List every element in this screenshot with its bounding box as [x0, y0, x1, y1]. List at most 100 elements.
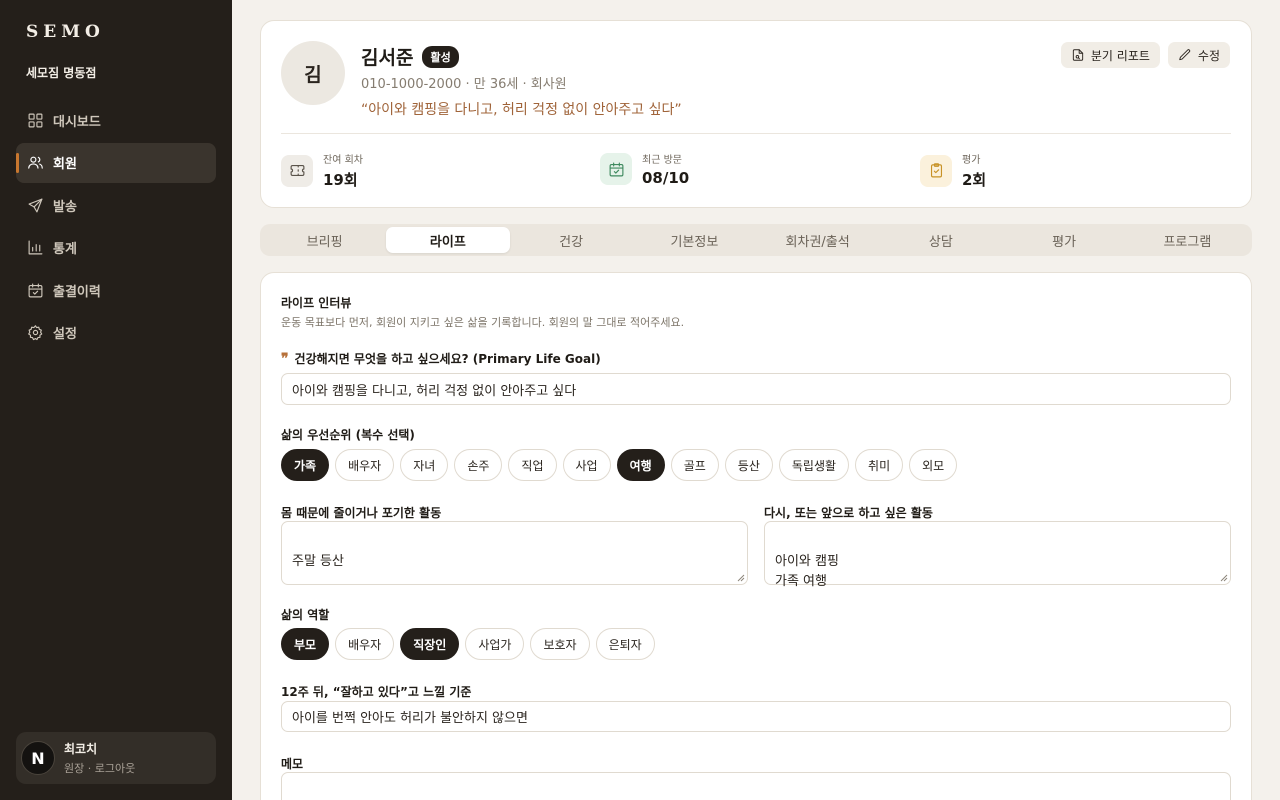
users-icon [26, 154, 44, 172]
member-tabs: 브리핑 라이프 건강 기본정보 회차권/출석 상담 평가 프로그램 [260, 224, 1252, 256]
user-name: 최코치 [64, 742, 98, 756]
sidebar-item-attendance[interactable]: 출결이력 [16, 270, 216, 310]
stat-label: 평가 [962, 155, 981, 166]
avatar: N [21, 741, 55, 775]
sidebar: SEMO 세모짐 명동점 대시보드 회원 발송 통계 출결이력 설정 N 최코치… [0, 0, 232, 800]
ticket-icon [281, 154, 313, 187]
user-card[interactable]: N 최코치 원장 · 로그아웃 [16, 732, 216, 784]
role-chip-spouse[interactable]: 배우자 [335, 628, 395, 660]
sidebar-item-label: 통계 [53, 242, 77, 257]
role-chip-entrepreneur[interactable]: 사업가 [465, 628, 525, 660]
priority-chip-golf[interactable]: 골프 [670, 449, 719, 481]
priority-chip-spouse[interactable]: 배우자 [335, 449, 395, 481]
priority-chip-business[interactable]: 사업 [562, 449, 611, 481]
priority-label: 삶의 우선순위 (복수 선택) [281, 428, 415, 442]
quarterly-report-button[interactable]: 분기 리포트 [1060, 42, 1160, 68]
brand-logo[interactable]: SEMO [26, 22, 105, 42]
sidebar-item-send[interactable]: 발송 [16, 185, 216, 225]
role-chips: 부모 배우자 직장인 사업가 보호자 은퇴자 [281, 628, 655, 660]
role-chip-parent[interactable]: 부모 [281, 628, 330, 660]
memo-label: 메모 [281, 757, 304, 771]
sidebar-item-label: 출결이력 [53, 284, 101, 300]
sidebar-item-dashboard[interactable]: 대시보드 [16, 100, 216, 140]
priority-chip-children[interactable]: 자녀 [400, 449, 449, 481]
tab-life[interactable]: 라이프 [386, 227, 510, 253]
stat-value: 08/10 [642, 169, 690, 187]
priority-chip-hiking[interactable]: 등산 [724, 449, 773, 481]
success-criteria-label: 12주 뒤, “잘하고 있다”고 느낄 기준 [281, 685, 472, 699]
divider [281, 133, 1231, 134]
file-report-icon [1072, 49, 1084, 61]
tab-tickets-attendance[interactable]: 회차권/출석 [756, 227, 879, 253]
sidebar-nav: 대시보드 회원 발송 통계 출결이력 설정 [16, 100, 216, 355]
given-up-label: 몸 때문에 줄이거나 포기한 활동 [281, 506, 442, 520]
send-icon [26, 196, 44, 214]
priority-chip-family[interactable]: 가족 [281, 449, 330, 481]
tab-evaluation[interactable]: 평가 [1003, 227, 1126, 253]
tab-health[interactable]: 건강 [510, 227, 633, 253]
resize-handle-icon[interactable] [737, 574, 745, 582]
stat-last-visit: 최근 방문 08/10 [600, 151, 689, 187]
user-role-logout[interactable]: 원장 · 로그아웃 [64, 760, 135, 776]
pencil-icon [1179, 49, 1191, 61]
section-title: 라이프 인터뷰 [281, 296, 352, 310]
future-activities-textarea[interactable]: 아이와 캠핑 가족 여행 [764, 521, 1231, 589]
life-interview-card: 라이프 인터뷰 운동 목표보다 먼저, 회원이 지키고 싶은 삶을 기록합니다.… [260, 272, 1252, 800]
given-up-activities-textarea[interactable]: 주말 등산 [281, 521, 748, 585]
quarterly-report-label: 분기 리포트 [1090, 48, 1150, 63]
priority-chips: 가족 배우자 자녀 손주 직업 사업 여행 골프 등산 독립생활 취미 외모 [281, 449, 958, 481]
tab-basic-info[interactable]: 기본정보 [633, 227, 756, 253]
stat-evaluations: 평가 2회 [920, 151, 986, 190]
goal-label: ❞ 건강해지면 무엇을 하고 싶으세요? (Primary Life Goal) [281, 350, 601, 367]
sidebar-item-settings[interactable]: 설정 [16, 313, 216, 353]
member-profile-card: 김 김서준 활성 010-1000-2000 · 만 36세 · 회사원 “아이… [260, 20, 1252, 208]
gear-icon [26, 324, 44, 342]
sidebar-item-label: 대시보드 [53, 114, 101, 130]
tab-consultation[interactable]: 상담 [879, 227, 1002, 253]
sidebar-item-members[interactable]: 회원 [16, 142, 216, 183]
member-avatar: 김 [281, 41, 345, 105]
stat-label: 잔여 회차 [323, 155, 363, 166]
grid-icon [26, 111, 44, 129]
stat-value: 2회 [962, 171, 987, 189]
role-chip-employee[interactable]: 직장인 [400, 628, 460, 660]
sidebar-item-stats[interactable]: 통계 [16, 228, 216, 268]
success-criteria-input[interactable]: 아이를 번쩍 안아도 허리가 불안하지 않으면 [281, 701, 1231, 732]
future-activities-value: 아이와 캠핑 가족 여행 [775, 554, 839, 589]
priority-chip-appearance[interactable]: 외모 [909, 449, 958, 481]
resize-handle-icon[interactable] [1220, 574, 1228, 582]
role-chip-guardian[interactable]: 보호자 [530, 628, 590, 660]
edit-button[interactable]: 수정 [1167, 42, 1230, 68]
status-badge: 활성 [422, 45, 459, 68]
calendar-check-icon [600, 153, 632, 185]
tab-program[interactable]: 프로그램 [1126, 227, 1249, 253]
given-up-value: 주말 등산 [292, 554, 344, 569]
primary-life-goal-input[interactable]: 아이와 캠핑을 다니고, 허리 걱정 없이 안아주고 싶다 [281, 373, 1231, 405]
member-name: 김서준 [361, 47, 414, 69]
memo-textarea[interactable] [281, 772, 1231, 800]
role-chip-retiree[interactable]: 은퇴자 [595, 628, 655, 660]
future-activities-label: 다시, 또는 앞으로 하고 싶은 활동 [764, 506, 933, 520]
priority-chip-independent-living[interactable]: 독립생활 [778, 449, 850, 481]
stat-remaining-sessions: 잔여 회차 19회 [281, 151, 363, 190]
sidebar-item-label: 회원 [53, 157, 77, 172]
priority-chip-grandchildren[interactable]: 손주 [454, 449, 503, 481]
chart-icon [26, 239, 44, 257]
tab-briefing[interactable]: 브리핑 [263, 227, 386, 253]
section-description: 운동 목표보다 먼저, 회원이 지키고 싶은 삶을 기록합니다. 회원의 말 그… [281, 316, 685, 329]
member-info: 010-1000-2000 · 만 36세 · 회사원 [361, 77, 567, 92]
goal-label-text: 건강해지면 무엇을 하고 싶으세요? (Primary Life Goal) [294, 352, 601, 366]
sidebar-item-label: 발송 [53, 199, 77, 215]
roles-label: 삶의 역할 [281, 608, 330, 622]
stat-label: 최근 방문 [642, 155, 682, 166]
edit-label: 수정 [1197, 48, 1220, 63]
calendar-check-icon [26, 281, 44, 299]
branch-name: 세모짐 명동점 [26, 66, 97, 80]
priority-chip-job[interactable]: 직업 [508, 449, 557, 481]
sidebar-item-label: 설정 [53, 327, 77, 342]
member-life-quote: “아이와 캠핑을 다니고, 허리 걱정 없이 안아주고 싶다” [361, 102, 682, 118]
priority-chip-hobby[interactable]: 취미 [855, 449, 904, 481]
priority-chip-travel[interactable]: 여행 [616, 449, 665, 481]
stat-value: 19회 [323, 171, 358, 189]
clipboard-icon [920, 154, 952, 187]
